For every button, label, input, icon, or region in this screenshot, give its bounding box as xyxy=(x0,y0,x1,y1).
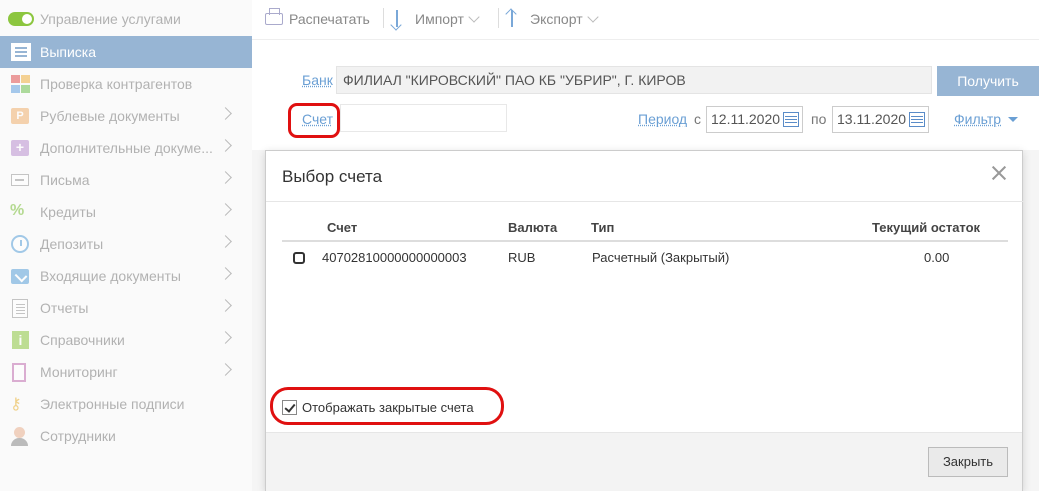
table-header-divider xyxy=(282,240,1008,242)
sidebar-item-signatures[interactable]: ⚷ Электронные подписи xyxy=(0,388,252,420)
credit-icon: % xyxy=(10,202,25,219)
date-from-field[interactable]: 12.11.2020 xyxy=(706,106,803,133)
toolbar-divider xyxy=(383,8,384,28)
calendar-icon[interactable] xyxy=(783,112,799,127)
print-button[interactable]: Распечатать xyxy=(265,7,370,31)
ruble-doc-icon: Р xyxy=(10,106,32,126)
clock-icon xyxy=(10,234,32,254)
close-button[interactable]: Закрыть xyxy=(928,447,1008,477)
document-icon xyxy=(10,42,32,62)
calendar-icon[interactable] xyxy=(909,112,925,127)
dialog-divider xyxy=(266,201,1024,202)
monitor-icon xyxy=(10,362,32,382)
sidebar-item-label: Сотрудники xyxy=(40,428,116,444)
sidebar-item-label: Выписка xyxy=(40,44,97,60)
account-field[interactable] xyxy=(340,104,507,132)
chevron-right-icon xyxy=(219,235,232,248)
dialog-footer: Закрыть xyxy=(266,432,1022,491)
letter-icon xyxy=(10,170,32,190)
column-header-type[interactable]: Тип xyxy=(591,220,614,235)
get-button[interactable]: Получить xyxy=(937,66,1039,96)
balance-value: 0.00 xyxy=(924,250,950,265)
highlight-account xyxy=(288,103,340,138)
printer-icon xyxy=(265,8,283,29)
account-number: 40702810000000000003 xyxy=(322,250,467,265)
add-doc-icon: + xyxy=(10,138,32,158)
export-button[interactable]: Экспорт xyxy=(506,7,599,31)
currency-value: RUB xyxy=(508,250,536,265)
bank-field[interactable]: ФИЛИАЛ "КИРОВСКИЙ" ПАО КБ "УБРИР", Г. КИ… xyxy=(336,66,932,94)
sidebar-item-credits[interactable]: % Кредиты xyxy=(0,196,252,228)
chevron-right-icon xyxy=(219,299,232,312)
chevron-right-icon xyxy=(219,171,232,184)
print-label: Распечатать xyxy=(289,11,370,27)
chevron-right-icon xyxy=(219,203,232,216)
sidebar-item-label: Электронные подписи xyxy=(40,396,185,412)
user-icon xyxy=(10,426,32,446)
row-select-radio[interactable] xyxy=(293,252,305,264)
grid-icon xyxy=(10,74,32,94)
sidebar-item-services[interactable]: Управление услугами xyxy=(0,4,252,34)
arrow-up-icon xyxy=(506,9,522,29)
column-header-account[interactable]: Счет xyxy=(327,220,357,235)
chevron-right-icon xyxy=(219,139,232,152)
chevron-down-icon[interactable] xyxy=(468,11,480,23)
chevron-down-icon[interactable] xyxy=(586,11,599,23)
close-icon[interactable] xyxy=(988,163,1010,185)
chevron-right-icon xyxy=(219,267,232,280)
sidebar-item-statement[interactable]: Выписка xyxy=(0,36,252,68)
date-to-field[interactable]: 13.11.2020 xyxy=(832,106,929,133)
toolbar-divider xyxy=(252,39,1039,40)
sidebar-item-label: Мониторинг xyxy=(40,364,118,380)
sidebar-item-label: Дополнительные докуме... xyxy=(40,140,213,156)
dialog-title: Выбор счета xyxy=(282,167,383,186)
column-header-currency[interactable]: Валюта xyxy=(508,220,557,235)
period-link[interactable]: Период xyxy=(638,111,687,127)
account-select-dialog: Выбор счета Счет Валюта Тип Текущий оста… xyxy=(265,150,1024,491)
column-header-balance[interactable]: Текущий остаток xyxy=(872,220,980,235)
sidebar-item-counterparty-check[interactable]: Проверка контрагентов xyxy=(0,68,252,100)
import-label: Импорт xyxy=(415,11,464,27)
sidebar-item-ruble-docs[interactable]: Р Рублевые документы xyxy=(0,100,252,132)
sidebar-item-directories[interactable]: i Справочники xyxy=(0,324,252,356)
sidebar-item-additional-docs[interactable]: + Дополнительные докуме... xyxy=(0,132,252,164)
key-icon: ⚷ xyxy=(10,396,22,413)
import-button[interactable]: Импорт xyxy=(391,7,480,31)
sidebar-item-label: Входящие документы xyxy=(40,268,181,284)
sidebar-item-label: Депозиты xyxy=(40,236,104,252)
sidebar-item-label: Справочники xyxy=(40,332,125,348)
toolbar-divider xyxy=(498,8,499,28)
sidebar-item-reports[interactable]: Отчеты xyxy=(0,292,252,324)
chevron-right-icon xyxy=(219,107,232,120)
sidebar-item-label: Управление услугами xyxy=(40,11,181,27)
date-from-value: 12.11.2020 xyxy=(711,111,781,127)
bank-link[interactable]: Банк xyxy=(302,72,333,88)
caret-down-icon[interactable] xyxy=(1008,117,1018,122)
date-to-value: 13.11.2020 xyxy=(837,111,907,127)
type-value: Расчетный (Закрытый) xyxy=(592,250,730,265)
sidebar-item-label: Письма xyxy=(40,172,90,188)
sidebar-item-label: Проверка контрагентов xyxy=(40,76,193,92)
inbox-icon xyxy=(10,266,32,286)
sidebar-item-incoming-docs[interactable]: Входящие документы xyxy=(0,260,252,292)
sidebar-item-monitoring[interactable]: Мониторинг xyxy=(0,356,252,388)
chevron-right-icon xyxy=(219,331,232,344)
info-icon: i xyxy=(10,330,32,350)
filter-link[interactable]: Фильтр xyxy=(954,111,1001,127)
sidebar-item-label: Рублевые документы xyxy=(40,108,180,124)
to-label: по xyxy=(811,111,827,127)
sidebar-item-label: Кредиты xyxy=(40,204,96,220)
report-icon xyxy=(10,298,32,318)
sidebar-item-employees[interactable]: Сотрудники xyxy=(0,420,252,452)
services-toggle[interactable] xyxy=(8,12,34,26)
chevron-right-icon xyxy=(219,363,232,376)
sidebar-item-deposits[interactable]: Депозиты xyxy=(0,228,252,260)
sidebar-item-label: Отчеты xyxy=(40,300,89,316)
sidebar-item-letters[interactable]: Письма xyxy=(0,164,252,196)
sidebar: Управление услугами Выписка Проверка кон… xyxy=(0,0,252,491)
highlight-checkbox xyxy=(270,387,504,425)
arrow-down-icon xyxy=(391,9,407,29)
from-label: с xyxy=(694,111,701,127)
export-label: Экспорт xyxy=(530,11,583,27)
